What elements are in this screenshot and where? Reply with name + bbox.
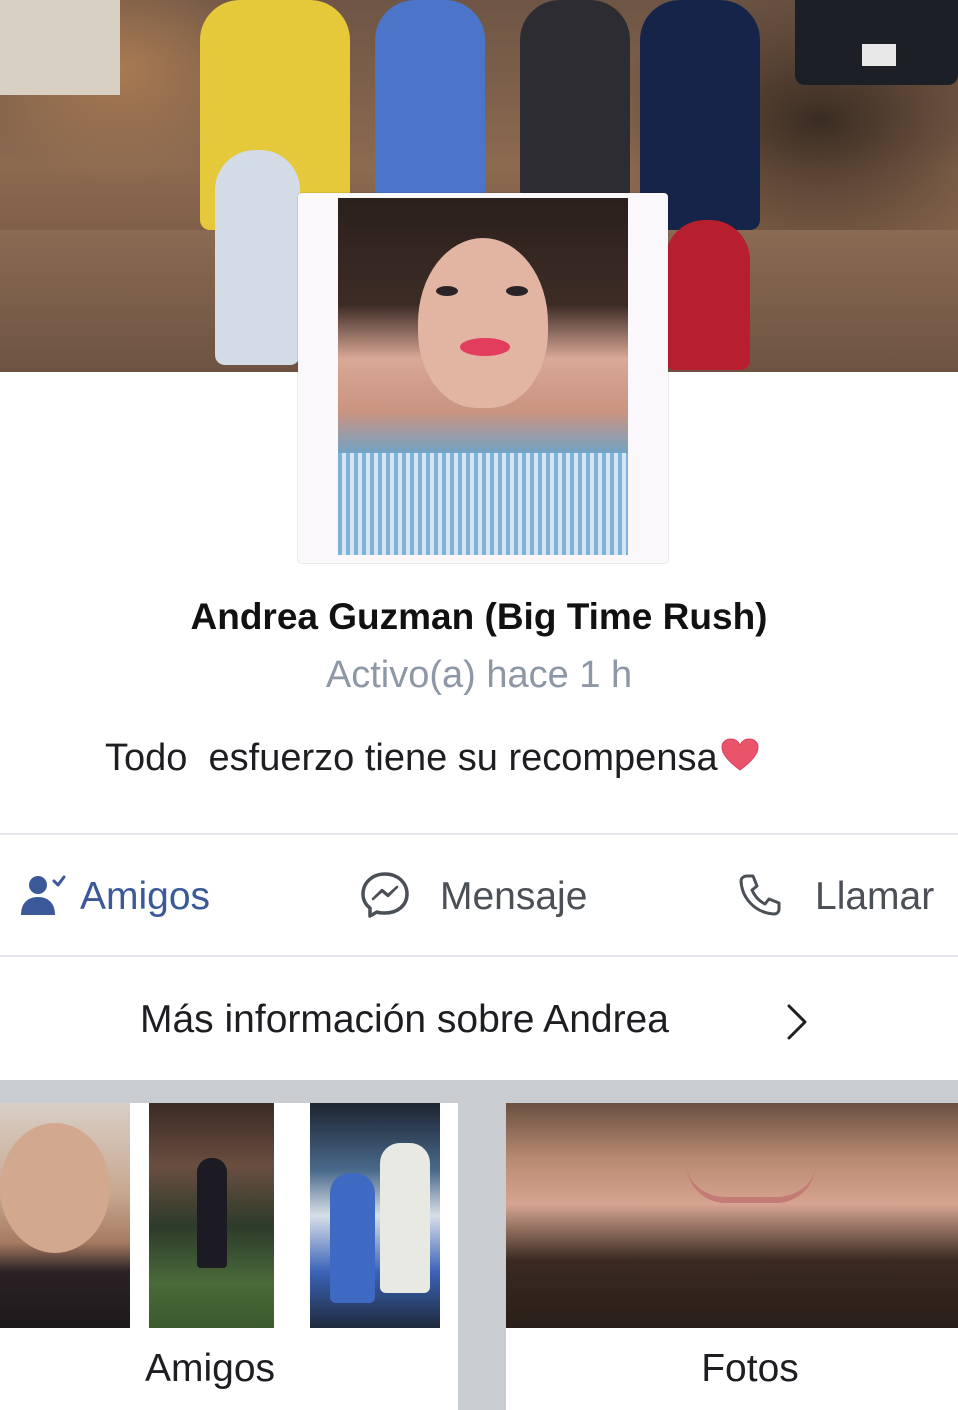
thumb-person	[330, 1173, 375, 1303]
thumb-face	[0, 1123, 110, 1253]
divider-top	[0, 833, 958, 835]
friend-thumbnail[interactable]	[310, 1103, 440, 1328]
avatar-lips	[460, 338, 510, 356]
thumb-person	[380, 1143, 430, 1293]
bio-text: Todo esfuerzo tiene su recompensa	[105, 737, 718, 780]
avatar-top	[338, 453, 628, 555]
friends-button[interactable]: Amigos	[18, 872, 210, 922]
avatar-eye-left	[436, 286, 458, 296]
friend-thumbnail[interactable]	[149, 1103, 274, 1328]
cover-person-blue	[375, 0, 485, 200]
avatar-face	[418, 238, 548, 408]
thumb-person	[197, 1158, 227, 1268]
message-button-label: Mensaje	[440, 875, 588, 918]
chevron-right-icon[interactable]	[785, 1002, 809, 1047]
heart-icon	[720, 737, 760, 783]
photo-thumbnail[interactable]	[506, 1103, 958, 1328]
active-status: Activo(a) hace 1 h	[325, 654, 633, 696]
cover-person-red	[665, 220, 750, 370]
more-info-link[interactable]: Más información sobre Andrea	[140, 998, 669, 1042]
messenger-icon	[360, 871, 410, 924]
message-button[interactable]: Mensaje	[360, 871, 588, 924]
cover-wall	[0, 0, 120, 95]
avatar-eye-right	[506, 286, 528, 296]
friends-section-label[interactable]: Amigos	[0, 1347, 420, 1391]
profile-name: Andrea Guzman (Big Time Rush)	[190, 596, 768, 637]
call-button-label: Llamar	[815, 875, 935, 918]
friend-check-icon	[18, 873, 66, 922]
profile-bio: Todo esfuerzo tiene su recompensa	[105, 737, 760, 783]
friends-button-label: Amigos	[80, 875, 211, 918]
cover-child	[215, 150, 300, 365]
cover-plate	[862, 44, 896, 66]
call-button[interactable]: Llamar	[737, 872, 934, 922]
divider-bottom	[0, 955, 958, 957]
profile-picture[interactable]	[338, 198, 628, 555]
cover-person-shirt	[520, 0, 630, 200]
cover-car	[795, 0, 958, 85]
phone-icon	[737, 872, 783, 923]
thumb-smile	[686, 1163, 816, 1203]
photos-section-label[interactable]: Fotos	[506, 1347, 958, 1391]
friend-thumbnail[interactable]	[0, 1103, 130, 1328]
